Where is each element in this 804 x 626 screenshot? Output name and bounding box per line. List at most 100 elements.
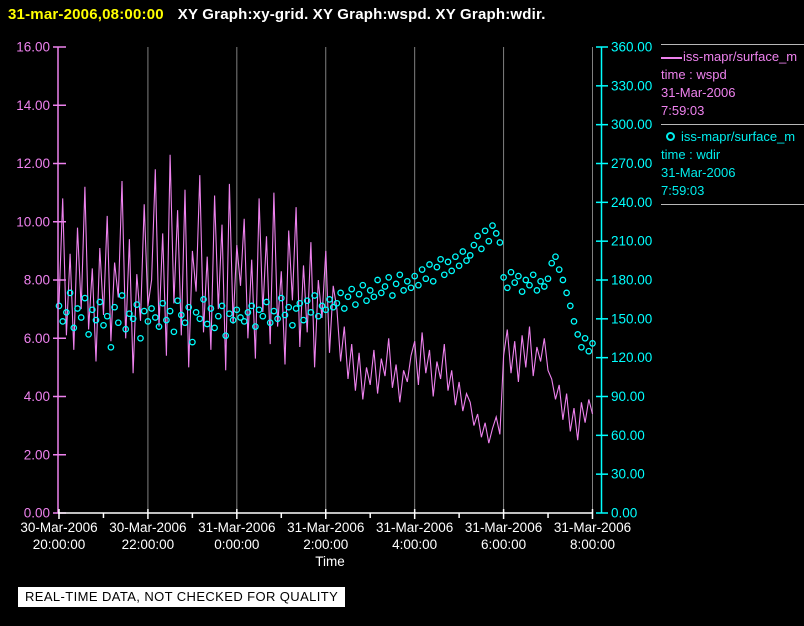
wdir-data-point [337,289,344,297]
wdir-data-point [585,347,593,355]
left-axis-tick-label: 4.00 [24,389,50,404]
right-axis-tick-label: 150.00 [611,311,652,326]
wdir-data-point [377,289,385,297]
wdir-data-point [481,227,489,235]
right-axis-tick-label: 360.00 [611,40,652,55]
wdir-data-point [77,314,85,321]
wdir-data-point [103,312,111,320]
wdir-data-point [374,276,381,284]
wdir-data-point [81,294,89,302]
wdir-data-point [396,271,404,279]
wdir-data-point [348,285,356,293]
wdir-data-point [459,248,467,255]
x-axis-date-label: 31-Mar-2006 [554,520,631,535]
wdir-data-point [503,284,511,292]
wdir-data-point [114,319,122,327]
wdir-data-point [555,266,563,273]
wdir-data-point [466,252,474,259]
right-axis-tick-label: 30.00 [611,467,645,482]
wdir-data-point [74,305,81,312]
wdir-data-point [392,280,400,288]
wdir-data-point [340,305,348,312]
wdir-data-point [389,292,396,299]
wdir-data-point [252,323,259,330]
wdir-data-point [370,293,378,301]
wdir-data-point [181,319,189,327]
left-axis-tick-label: 2.00 [24,447,50,462]
wdir-data-point [140,307,148,315]
wdir-data-point [270,307,278,315]
wdir-time: 7:59:03 [661,183,705,198]
wdir-data-point [474,232,481,240]
wdir-data-point [507,268,515,276]
left-axis-tick-label: 12.00 [16,156,50,171]
x-axis-date-label: 31-Mar-2006 [376,520,453,535]
legend-series-name: iss-mapr/surface_m [661,48,804,66]
wdir-data-point [163,316,170,324]
right-axis-tick-label: 60.00 [611,428,645,443]
x-axis-date-label: 31-Mar-2006 [198,520,275,535]
wdir-data-point [289,321,296,329]
right-axis-tick-label: 180.00 [611,273,652,288]
wdir-data-point [203,320,211,328]
wdir-series-name: iss-mapr/surface_m [681,129,796,144]
wdir-data-point [118,292,126,299]
wdir-data-point [407,284,415,292]
wdir-data-point [448,267,456,275]
wdir-data-point [170,328,178,336]
wdir-data-point [526,281,533,289]
wdir-data-point [522,276,530,284]
left-axis-tick-label: 10.00 [16,214,50,229]
wdir-data-point [452,253,459,261]
wdir-data-point [244,309,252,316]
wdir-data-point [496,239,504,246]
wdir-data-point [255,306,263,314]
wdir-data-point [192,309,200,316]
wdir-data-point [485,237,493,245]
wdir-data-point [240,318,248,325]
x-axis-time-label: 0:00:00 [214,537,259,552]
wdir-data-point [166,307,174,315]
wdir-data-point [581,334,589,342]
wdir-data-point [489,222,496,229]
wdir-data-point [70,324,78,332]
right-axis-tick-label: 0.00 [611,506,637,521]
wdir-data-point [292,305,300,312]
wdir-data-point [107,343,115,351]
wdir-data-point [196,315,204,323]
legend: iss-mapr/surface_m time : wspd 31-Mar-20… [661,44,804,205]
right-axis-tick-label: 210.00 [611,234,652,249]
wdir-data-point [533,287,541,294]
wdir-data-point [63,309,70,316]
wdir-data-point [463,257,470,264]
right-axis-tick-label: 300.00 [611,117,652,132]
wdir-data-point [437,255,444,263]
x-axis-date-label: 31-Mar-2006 [287,520,364,535]
wspd-line-marker [661,56,682,59]
wdir-data-point [211,324,218,332]
wdir-data-point [189,338,196,346]
wdir-data-point [151,314,159,321]
right-axis-tick-label: 330.00 [611,78,652,93]
x-axis-time-label: 6:00:00 [481,537,526,552]
x-axis-date-label: 30-Mar-2006 [20,520,97,535]
x-axis-time-label: 20:00:00 [33,537,86,552]
wdir-data-point [403,277,411,285]
wdir-data-point [148,305,155,312]
wdir-data-point [363,297,370,305]
wdir-data-point [137,334,144,342]
wdir-data-point [563,289,570,297]
wdir-data-point [548,259,556,267]
right-axis-tick-label: 90.00 [611,389,645,404]
wdir-data-point [418,266,426,273]
wdir-date: 31-Mar-2006 [661,165,736,180]
wspd-var-label: time : wspd [661,67,727,82]
wdir-data-point [214,312,222,320]
wdir-data-point [333,299,341,307]
wdir-data-point [226,310,233,318]
wspd-time: 7:59:03 [661,103,705,118]
wdir-data-point [455,262,463,270]
wdir-data-point [426,261,433,268]
left-axis-tick-label: 16.00 [16,40,50,55]
wdir-data-point [470,241,478,249]
